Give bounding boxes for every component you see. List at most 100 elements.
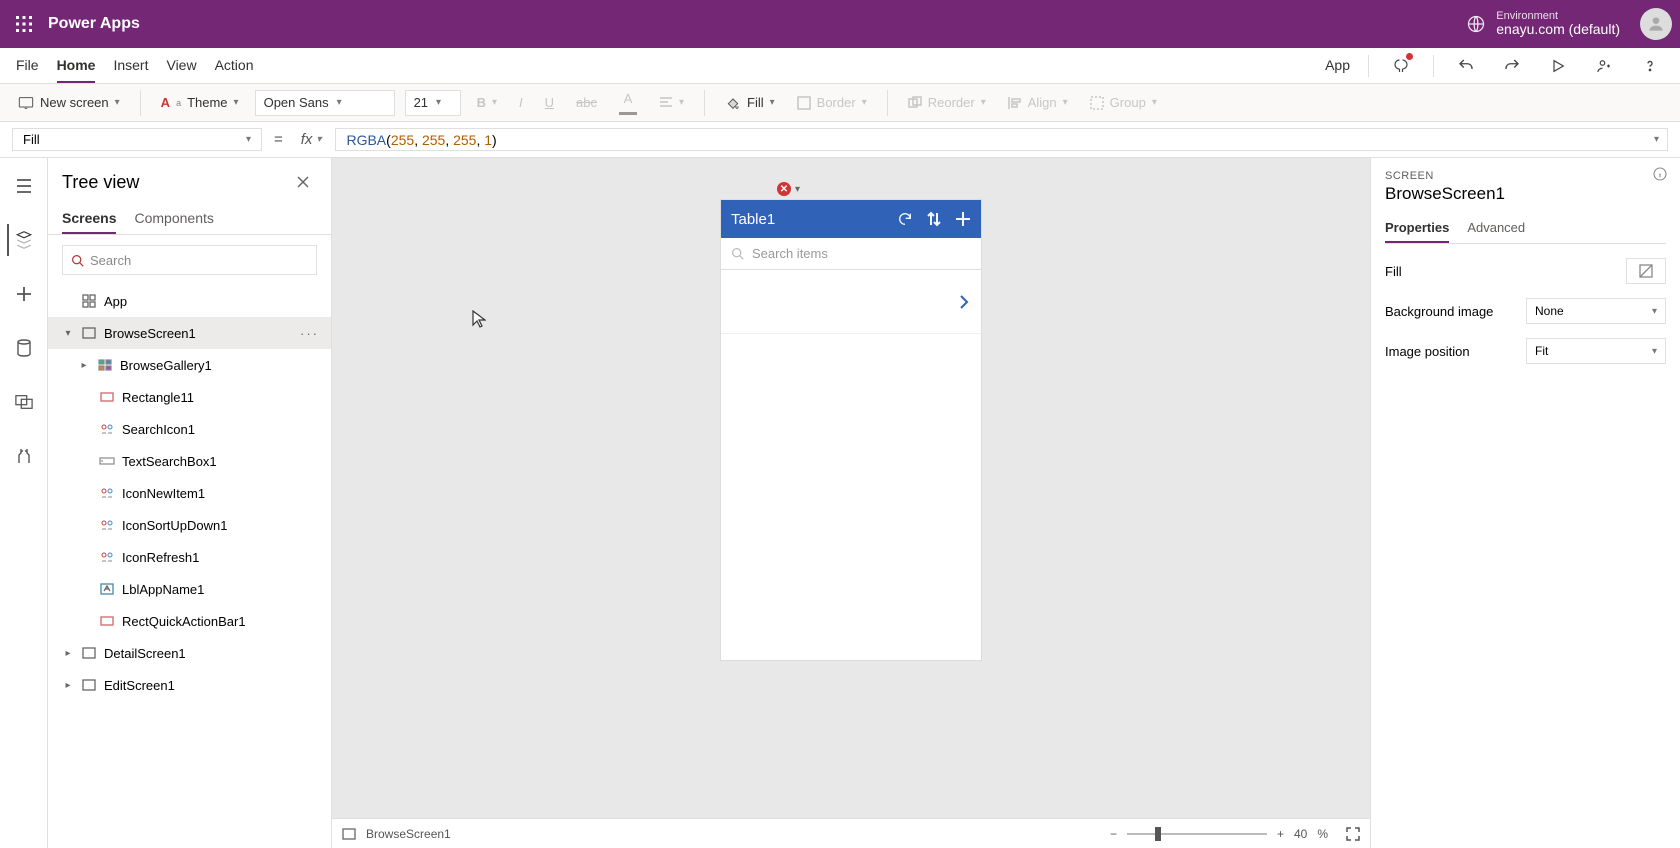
- rail-tools-icon[interactable]: [8, 440, 40, 472]
- preview-list-item[interactable]: [721, 270, 981, 334]
- textinput-icon: [98, 456, 116, 466]
- tree-node-textsearchbox[interactable]: TextSearchBox1: [48, 445, 331, 477]
- app-checker-icon[interactable]: [1387, 52, 1415, 80]
- preview-title: Table1: [731, 211, 883, 228]
- app-icon: [80, 294, 98, 308]
- menu-view[interactable]: View: [166, 48, 196, 83]
- ribbon: New screen ▾ Aa Theme ▾ Open Sans▾ 21▾ B…: [0, 84, 1680, 122]
- phone-preview[interactable]: Table1 Search items: [721, 200, 981, 660]
- prop-bgimage-select[interactable]: None▾: [1526, 298, 1666, 324]
- prop-fill-value[interactable]: [1626, 258, 1666, 284]
- underline-button[interactable]: U: [539, 91, 560, 114]
- zoom-slider[interactable]: [1127, 833, 1267, 835]
- node-more-icon[interactable]: ···: [300, 326, 319, 341]
- tree-node-browsescreen[interactable]: ▾ BrowseScreen1 ···: [48, 317, 331, 349]
- status-screen-name: BrowseScreen1: [366, 827, 451, 841]
- waffle-icon[interactable]: [8, 8, 40, 40]
- share-icon[interactable]: [1590, 52, 1618, 80]
- tree-close-icon[interactable]: [289, 168, 317, 196]
- refresh-icon[interactable]: [897, 211, 913, 227]
- rail-tree-icon[interactable]: [7, 224, 39, 256]
- redo-icon[interactable]: [1498, 52, 1526, 80]
- theme-button[interactable]: Aa Theme ▾: [155, 91, 245, 114]
- group-button[interactable]: Group▾: [1084, 91, 1163, 114]
- font-family-select[interactable]: Open Sans▾: [255, 90, 395, 116]
- theme-icon: A: [161, 95, 170, 110]
- gallery-icon: [96, 359, 114, 371]
- menu-file[interactable]: File: [16, 48, 39, 83]
- play-icon[interactable]: [1544, 52, 1572, 80]
- fit-to-window-icon[interactable]: [1346, 827, 1360, 841]
- prop-bgimage-label: Background image: [1385, 304, 1493, 319]
- menu-action[interactable]: Action: [215, 48, 254, 83]
- tree-node-app[interactable]: App: [48, 285, 331, 317]
- property-select[interactable]: Fill▾: [12, 128, 262, 151]
- new-screen-button[interactable]: New screen ▾: [12, 91, 126, 114]
- align-button[interactable]: Align▾: [1002, 91, 1074, 114]
- screen-icon: [80, 647, 98, 659]
- tree-node-iconrefresh[interactable]: IconRefresh1: [48, 541, 331, 573]
- reorder-button[interactable]: Reorder▾: [902, 91, 992, 114]
- prop-fill-label: Fill: [1385, 264, 1402, 279]
- environment-icon: [1466, 14, 1486, 34]
- menu-insert[interactable]: Insert: [113, 48, 148, 83]
- tree-node-rectquick[interactable]: RectQuickActionBar1: [48, 605, 331, 637]
- tree-node-browsegallery[interactable]: ▸ BrowseGallery1: [48, 349, 331, 381]
- prop-imgpos-select[interactable]: Fit▾: [1526, 338, 1666, 364]
- tree-node-iconsort[interactable]: IconSortUpDown1: [48, 509, 331, 541]
- screen-icon: [80, 679, 98, 691]
- tree-tab-screens[interactable]: Screens: [62, 204, 116, 234]
- rail-insert-icon[interactable]: [8, 278, 40, 310]
- rail-data-icon[interactable]: [8, 332, 40, 364]
- tree-node-iconnewitem[interactable]: IconNewItem1: [48, 477, 331, 509]
- text-align-button[interactable]: ▾: [653, 93, 690, 113]
- screen-icon: [80, 327, 98, 339]
- formula-input[interactable]: RGBA(255, 255, 255, 1) ▾: [335, 128, 1668, 151]
- tree-node-searchicon[interactable]: SearchIcon1: [48, 413, 331, 445]
- fill-button[interactable]: Fill▾: [719, 91, 781, 115]
- tree-title: Tree view: [62, 172, 139, 193]
- preview-search-input[interactable]: Search items: [721, 238, 981, 270]
- undo-icon[interactable]: [1452, 52, 1480, 80]
- zoom-in-button[interactable]: +: [1277, 827, 1284, 841]
- properties-tab-advanced[interactable]: Advanced: [1467, 214, 1525, 243]
- rail-hamburger-icon[interactable]: [8, 170, 40, 202]
- menu-app[interactable]: App: [1325, 57, 1350, 75]
- sort-icon[interactable]: [927, 211, 941, 227]
- add-icon[interactable]: [955, 211, 971, 227]
- tree-tab-components[interactable]: Components: [134, 204, 213, 234]
- cursor-icon: [472, 310, 486, 328]
- font-color-button[interactable]: A: [613, 87, 643, 119]
- zoom-out-button[interactable]: −: [1110, 827, 1117, 841]
- info-icon[interactable]: [1652, 166, 1668, 182]
- tree-node-detailscreen[interactable]: ▸ DetailScreen1: [48, 637, 331, 669]
- tree-node-lblappname[interactable]: LblAppName1: [48, 573, 331, 605]
- bold-button[interactable]: B▾: [471, 91, 503, 114]
- zoom-value: 40: [1294, 827, 1307, 841]
- workspace: Tree view Screens Components Search App …: [0, 158, 1680, 848]
- border-button[interactable]: Border▾: [791, 91, 873, 114]
- help-icon[interactable]: [1636, 52, 1664, 80]
- menu-bar: File Home Insert View Action App: [0, 48, 1680, 84]
- app-header: Power Apps Environment enayu.com (defaul…: [0, 0, 1680, 48]
- font-size-select[interactable]: 21▾: [405, 90, 461, 116]
- environment-label: Environment: [1496, 10, 1620, 22]
- tree-search-input[interactable]: Search: [62, 245, 317, 275]
- properties-tab-properties[interactable]: Properties: [1385, 214, 1449, 243]
- strike-button[interactable]: abc: [570, 91, 603, 114]
- italic-button[interactable]: I: [513, 91, 529, 114]
- environment-picker[interactable]: Environment enayu.com (default): [1466, 10, 1620, 37]
- error-indicator[interactable]: ✕ ▾: [777, 182, 800, 196]
- iconctrl-icon: [98, 487, 116, 499]
- left-rail: [0, 158, 48, 848]
- tree-panel: Tree view Screens Components Search App …: [48, 158, 332, 848]
- label-icon: [98, 583, 116, 595]
- tree-node-rectangle11[interactable]: Rectangle11: [48, 381, 331, 413]
- menu-home[interactable]: Home: [57, 48, 96, 83]
- user-avatar[interactable]: [1640, 8, 1672, 40]
- fx-icon[interactable]: fx▾: [295, 128, 328, 151]
- tree-node-editscreen[interactable]: ▸ EditScreen1: [48, 669, 331, 701]
- formula-expand-icon[interactable]: ▾: [1654, 134, 1659, 145]
- status-bar: BrowseScreen1 − + 40 %: [332, 818, 1370, 848]
- rail-media-icon[interactable]: [8, 386, 40, 418]
